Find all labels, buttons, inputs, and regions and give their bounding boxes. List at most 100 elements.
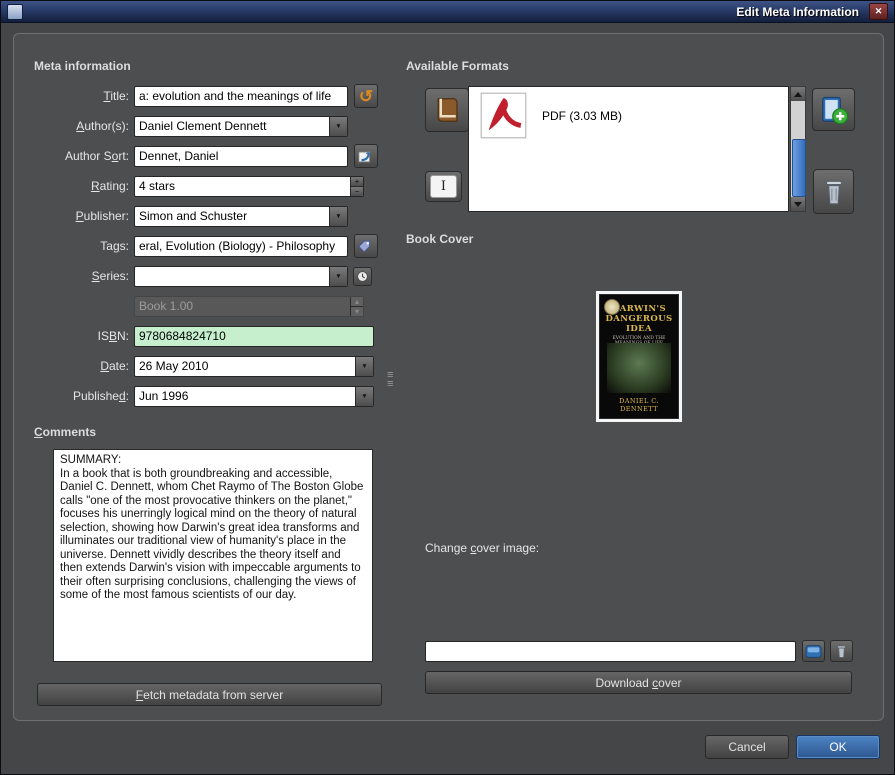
rating-spinbox[interactable]: + − xyxy=(134,176,364,197)
cover-group-title: Book Cover xyxy=(406,232,473,246)
isbn-label: ISBN: xyxy=(19,329,134,343)
scroll-down-button[interactable] xyxy=(791,197,805,211)
cover-photo xyxy=(607,343,671,393)
published-picker[interactable]: ▼ xyxy=(134,386,374,407)
spin-up-icon[interactable]: + xyxy=(351,177,363,186)
tag-editor-button[interactable] xyxy=(354,234,378,258)
author-sort-input[interactable] xyxy=(134,146,348,167)
remove-unused-series-button[interactable] xyxy=(353,267,372,286)
publisher-label: Publisher: xyxy=(19,209,134,223)
date-input[interactable] xyxy=(135,357,355,376)
clock-icon xyxy=(356,270,369,283)
fetch-metadata-button[interactable]: Fetch metadata from server xyxy=(37,683,382,706)
change-cover-label: Change cover image: xyxy=(425,541,539,555)
tags-input[interactable] xyxy=(134,236,348,257)
download-cover-button[interactable]: Download cover xyxy=(425,671,852,694)
date-row: Date: ▼ xyxy=(19,355,374,377)
series-row: Series: ▼ xyxy=(19,265,372,287)
series-index-row: ▴ ▾ xyxy=(19,295,364,317)
chevron-down-icon[interactable]: ▼ xyxy=(329,207,347,226)
author-sort-row: Author Sort: xyxy=(19,145,378,167)
browse-cover-button[interactable] xyxy=(802,640,825,662)
swap-title-author-button[interactable]: ↺ xyxy=(354,84,378,108)
triangle-up-icon xyxy=(794,92,802,97)
authors-row: Author(s): ▼ xyxy=(19,115,348,137)
rating-row: Rating: + − xyxy=(19,175,364,197)
pdf-icon xyxy=(475,92,532,139)
cancel-button[interactable]: Cancel xyxy=(705,735,789,759)
published-input[interactable] xyxy=(135,387,355,406)
tags-label: Tags: xyxy=(19,239,134,253)
auto-author-sort-button[interactable] xyxy=(354,144,378,168)
series-input[interactable] xyxy=(135,267,329,286)
scrollbar-thumb[interactable] xyxy=(792,139,806,197)
publisher-combo[interactable]: ▼ xyxy=(134,206,348,227)
trash-icon xyxy=(821,177,847,207)
formats-list[interactable]: PDF (3.03 MB) xyxy=(468,86,789,212)
publisher-row: Publisher: ▼ xyxy=(19,205,348,227)
clear-cover-button[interactable] xyxy=(830,640,853,662)
format-label: PDF (3.03 MB) xyxy=(542,109,622,123)
author-sort-label: Author Sort: xyxy=(19,149,134,163)
series-combo[interactable]: ▼ xyxy=(134,266,348,287)
formats-group-title: Available Formats xyxy=(406,59,509,73)
chevron-down-icon[interactable]: ▼ xyxy=(355,387,373,406)
isbn-input[interactable] xyxy=(134,326,374,347)
series-index-spinner: ▴ ▾ xyxy=(134,296,364,317)
titlebar[interactable]: Edit Meta Information ✕ xyxy=(1,1,894,23)
isbn-row: ISBN: xyxy=(19,325,374,347)
title-input[interactable] xyxy=(134,86,348,107)
swap-arrows-icon: ↺ xyxy=(359,88,373,105)
book-icon xyxy=(432,95,462,125)
text-key-icon: I xyxy=(430,175,457,198)
rating-input[interactable] xyxy=(135,177,350,196)
triangle-down-icon xyxy=(794,202,802,207)
cover-path-input[interactable] xyxy=(425,641,796,662)
published-label: Published: xyxy=(19,389,134,403)
spin-down-icon[interactable]: − xyxy=(351,186,363,196)
add-format-button[interactable] xyxy=(812,88,855,131)
format-item[interactable]: PDF (3.03 MB) xyxy=(469,87,788,144)
spin-up-icon: ▴ xyxy=(351,297,363,306)
cover-author: DANIEL C. DENNETT xyxy=(600,397,678,413)
published-row: Published: ▼ xyxy=(19,385,374,407)
scroll-up-button[interactable] xyxy=(791,87,805,101)
title-label: Title: xyxy=(19,89,134,103)
spin-down-icon: ▾ xyxy=(351,306,363,316)
date-label: Date: xyxy=(19,359,134,373)
series-label: Series: xyxy=(19,269,134,283)
formats-scrollbar[interactable] xyxy=(790,86,806,212)
book-cover: DARWIN'S DANGEROUS IDEA EVOLUTION AND TH… xyxy=(596,291,682,422)
comments-textarea[interactable]: SUMMARY: In a book that is both groundbr… xyxy=(53,449,373,662)
ok-button[interactable]: OK xyxy=(796,735,880,759)
title-row: Title: ↺ xyxy=(19,85,378,107)
rating-label: Rating: xyxy=(19,179,134,193)
remove-format-button[interactable] xyxy=(813,169,854,214)
edit-meta-dialog: Edit Meta Information ✕ Meta information… xyxy=(0,0,895,775)
format-text-button[interactable]: I xyxy=(425,171,462,202)
trash-small-icon xyxy=(835,644,848,659)
close-button[interactable]: ✕ xyxy=(869,3,888,20)
chevron-down-icon[interactable]: ▼ xyxy=(329,267,347,286)
authors-label: Author(s): xyxy=(19,119,134,133)
splitter-handle[interactable]: ≡≡ xyxy=(387,371,393,389)
date-picker[interactable]: ▼ xyxy=(134,356,374,377)
publisher-input[interactable] xyxy=(135,207,329,226)
medal-emblem-icon xyxy=(604,299,620,315)
comments-group-title: Comments xyxy=(34,425,96,439)
cover-art: DARWIN'S DANGEROUS IDEA EVOLUTION AND TH… xyxy=(599,294,679,419)
series-index-input xyxy=(135,297,350,316)
tags-row: Tags: xyxy=(19,235,378,257)
chevron-down-icon[interactable]: ▼ xyxy=(329,117,347,136)
authors-combo[interactable]: ▼ xyxy=(134,116,348,137)
meta-group-title: Meta information xyxy=(34,59,131,73)
pen-arrow-icon xyxy=(357,149,375,164)
add-book-icon xyxy=(819,95,849,125)
tags-icon xyxy=(357,239,375,254)
app-icon xyxy=(7,4,23,20)
authors-input[interactable] xyxy=(135,117,329,136)
format-book-button[interactable] xyxy=(425,88,469,132)
chevron-down-icon[interactable]: ▼ xyxy=(355,357,373,376)
browse-icon xyxy=(805,644,822,659)
window-title: Edit Meta Information xyxy=(736,5,859,19)
